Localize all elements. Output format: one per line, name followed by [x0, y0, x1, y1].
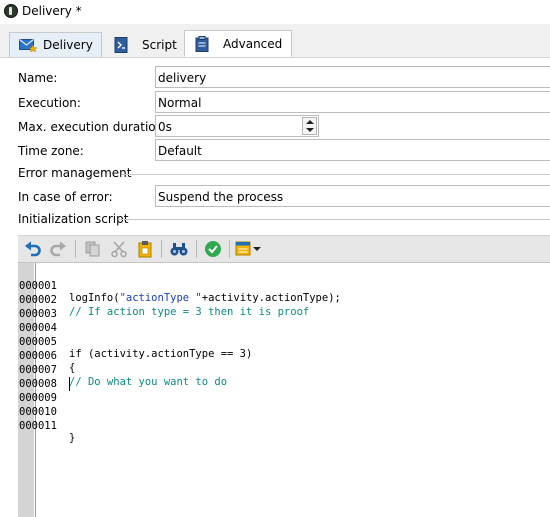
code-line: 000008: [0, 366, 57, 390]
name-row: Name: delivery: [0, 66, 550, 90]
tab-script-label: Script: [142, 37, 177, 52]
code-line: 000002 // If action type = 3 then it is …: [0, 282, 309, 318]
in-case-select[interactable]: Suspend the process: [155, 185, 550, 207]
toolbar-separator: [161, 240, 162, 258]
title-bar: Delivery *: [0, 0, 550, 24]
insert-menu-icon[interactable]: [235, 240, 263, 258]
stepper-up-icon[interactable]: [306, 120, 314, 124]
find-icon[interactable]: [170, 240, 188, 258]
undo-icon[interactable]: [24, 240, 42, 258]
duration-stepper[interactable]: [302, 117, 317, 135]
editor-toolbar: [18, 235, 550, 262]
max-duration-label: Max. execution duration:: [18, 120, 168, 134]
code-line: 000010: [0, 394, 57, 418]
code-comment: // Do what you want to do: [69, 376, 228, 388]
execution-row: Execution: Normal: [0, 91, 550, 115]
toolbar-separator: [75, 240, 76, 258]
code-comment: // If action type = 3 then it is proof: [69, 306, 310, 318]
execution-select[interactable]: Normal: [155, 91, 550, 113]
window-title: Delivery *: [22, 4, 82, 18]
name-label: Name:: [18, 71, 58, 85]
max-duration-field[interactable]: 0s: [155, 115, 319, 137]
code-string: "actionType ": [119, 292, 202, 304]
error-management-heading: Error management: [18, 166, 132, 180]
tab-advanced[interactable]: Advanced: [184, 30, 292, 57]
validate-icon[interactable]: [204, 240, 222, 258]
code-line: 000006 {: [0, 338, 75, 374]
line-number: 000011: [19, 420, 57, 432]
code-line: 000003: [0, 296, 57, 320]
in-case-label: In case of error:: [18, 190, 113, 204]
tab-delivery[interactable]: Delivery: [9, 32, 102, 57]
toolbar-separator: [196, 240, 197, 258]
code-line: 000007 // Do what you want to do: [0, 352, 227, 388]
code-line: 000004: [0, 310, 57, 334]
code-text: {: [69, 362, 76, 374]
timezone-select[interactable]: Default: [155, 139, 550, 161]
code-token: logInfo(: [69, 292, 120, 304]
tab-strip: Delivery Script Advanced: [0, 24, 550, 58]
code-line: 000005 if (activity.actionType == 3): [0, 324, 252, 360]
init-script-heading: Initialization script: [18, 212, 129, 226]
section-divider: [118, 219, 550, 220]
toolbar-separator: [229, 240, 230, 258]
execution-label: Execution:: [18, 96, 81, 110]
tab-advanced-label: Advanced: [223, 36, 283, 51]
clipboard-icon: [195, 35, 209, 52]
stepper-down-icon[interactable]: [306, 128, 314, 132]
redo-icon[interactable]: [49, 240, 67, 258]
app-logo-icon: [4, 4, 18, 18]
timezone-row: Time zone: Default: [0, 139, 550, 163]
code-line: 000011 }: [0, 408, 75, 444]
section-divider: [122, 174, 550, 175]
code-text: if (activity.actionType == 3): [69, 348, 253, 360]
timezone-label: Time zone:: [18, 144, 84, 158]
code-token: +activity.actionType);: [201, 292, 341, 304]
code-text: }: [69, 432, 76, 444]
name-field[interactable]: delivery: [155, 66, 550, 88]
tab-delivery-label: Delivery: [43, 38, 93, 52]
tab-script[interactable]: Script: [108, 32, 184, 57]
code-text: logInfo("actionType "+activity.actionTyp…: [69, 292, 341, 304]
copy-icon[interactable]: [84, 240, 102, 258]
code-line: 000009: [0, 380, 57, 404]
mail-star-icon: [19, 39, 37, 52]
script-icon: [114, 36, 128, 53]
max-duration-row: Max. execution duration: 0s: [0, 115, 550, 139]
code-line: 000001 logInfo("actionType "+activity.ac…: [0, 268, 341, 304]
in-case-row: In case of error: Suspend the process: [0, 185, 550, 209]
paste-icon[interactable]: [137, 240, 155, 258]
cut-icon[interactable]: [110, 240, 128, 258]
text-cursor: [69, 377, 70, 391]
